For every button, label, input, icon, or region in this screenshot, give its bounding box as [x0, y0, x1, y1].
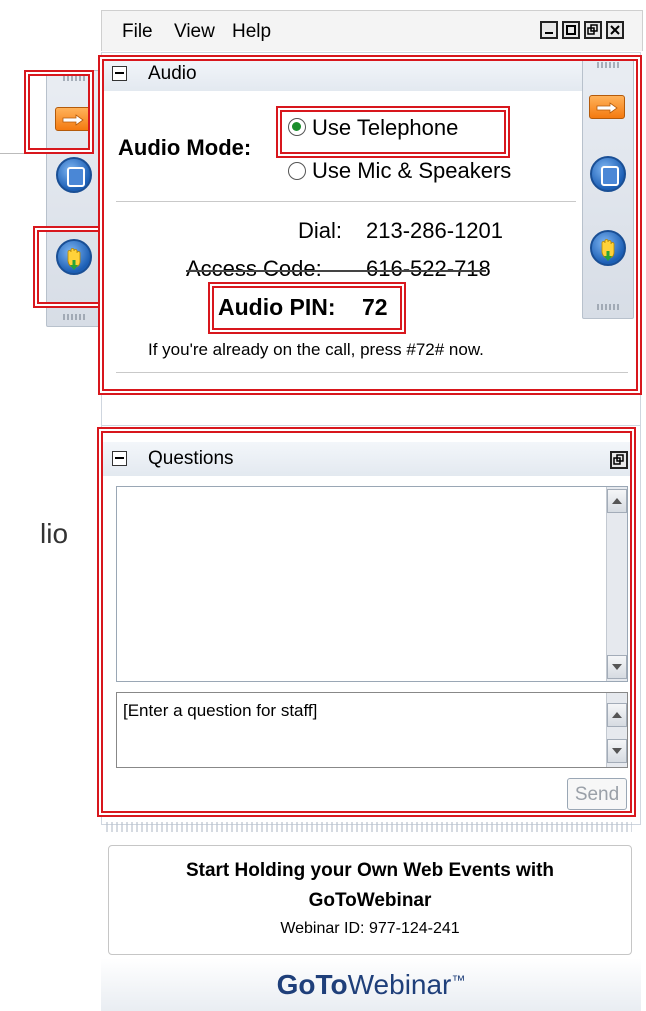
divider [116, 372, 628, 373]
grip-icon[interactable] [597, 304, 619, 310]
audio-pin-label: Audio PIN: [218, 294, 336, 320]
left-control-bar[interactable] [46, 70, 102, 327]
audio-pin-value: 72 [362, 294, 388, 320]
grip-icon[interactable] [63, 314, 85, 320]
screen-icon[interactable] [590, 156, 626, 192]
grip-icon[interactable] [63, 75, 85, 81]
radio-use-mic-speakers[interactable] [288, 162, 306, 180]
menu-view[interactable]: View [174, 21, 215, 43]
menu-file[interactable]: File [122, 21, 153, 43]
collapse-questions-icon[interactable] [112, 451, 127, 466]
questions-log[interactable] [116, 486, 628, 682]
access-code-value: 616-522-718 [366, 256, 491, 281]
audio-title: Audio [148, 63, 197, 84]
collapse-audio-icon[interactable] [112, 66, 127, 81]
maximize-icon[interactable] [562, 21, 580, 39]
close-icon[interactable] [606, 21, 624, 39]
promo-line-2: GoToWebinar [308, 890, 432, 911]
menu-help[interactable]: Help [232, 21, 271, 43]
option-mic-label[interactable]: Use Mic & Speakers [312, 158, 511, 184]
scroll-down-icon[interactable] [607, 739, 627, 763]
promo-box[interactable]: Start Holding your Own Web Events with G… [108, 845, 632, 955]
strikethrough-line [186, 270, 486, 272]
menu-bar: File View Help [101, 10, 643, 51]
call-instructions: If you're already on the call, press #72… [148, 340, 484, 359]
audio-mode-label: Audio Mode: [118, 135, 252, 160]
webinar-id: Webinar ID: 977-124-241 [280, 920, 460, 937]
question-placeholder: [Enter a question for staff] [123, 701, 318, 720]
questions-header: Questions [102, 442, 632, 476]
slide-text-fragment: lio [40, 518, 69, 549]
show-panel-arrow-icon[interactable] [589, 95, 625, 119]
divider [116, 201, 576, 202]
resize-grip[interactable] [106, 822, 632, 832]
dial-number: 213-286-1201 [366, 218, 504, 243]
scroll-up-icon[interactable] [607, 489, 627, 513]
dial-label: Dial: [298, 218, 343, 243]
gotowebinar-logo: GoToWebinar™ [101, 958, 641, 1011]
audio-header: Audio [102, 57, 582, 91]
question-input[interactable]: [Enter a question for staff] [116, 692, 628, 768]
send-button[interactable]: Send [567, 778, 627, 810]
scroll-up-icon[interactable] [607, 703, 627, 727]
promo-line-1: Start Holding your Own Web Events with [185, 860, 555, 881]
show-panel-arrow-icon[interactable] [55, 107, 91, 131]
popout-icon[interactable] [610, 451, 628, 469]
logo-trademark: ™ [451, 972, 466, 988]
questions-scrollbar[interactable] [606, 487, 627, 681]
screen-icon[interactable] [56, 157, 92, 193]
minimize-icon[interactable] [540, 21, 558, 39]
logo-goto: GoTo [276, 969, 348, 1000]
restore-icon[interactable] [584, 21, 602, 39]
raise-hand-icon[interactable] [590, 230, 626, 266]
right-control-bar[interactable] [582, 57, 634, 319]
option-telephone-label[interactable]: Use Telephone [312, 115, 458, 141]
logo-webinar: Webinar [347, 969, 452, 1000]
grip-icon[interactable] [597, 62, 619, 68]
access-code-label: Access Code: [186, 256, 322, 281]
audio-panel [101, 52, 641, 442]
input-scrollbar[interactable] [606, 693, 627, 767]
radio-use-telephone[interactable] [288, 118, 306, 136]
raise-hand-icon[interactable] [56, 239, 92, 275]
scroll-down-icon[interactable] [607, 655, 627, 679]
questions-title: Questions [148, 448, 234, 469]
